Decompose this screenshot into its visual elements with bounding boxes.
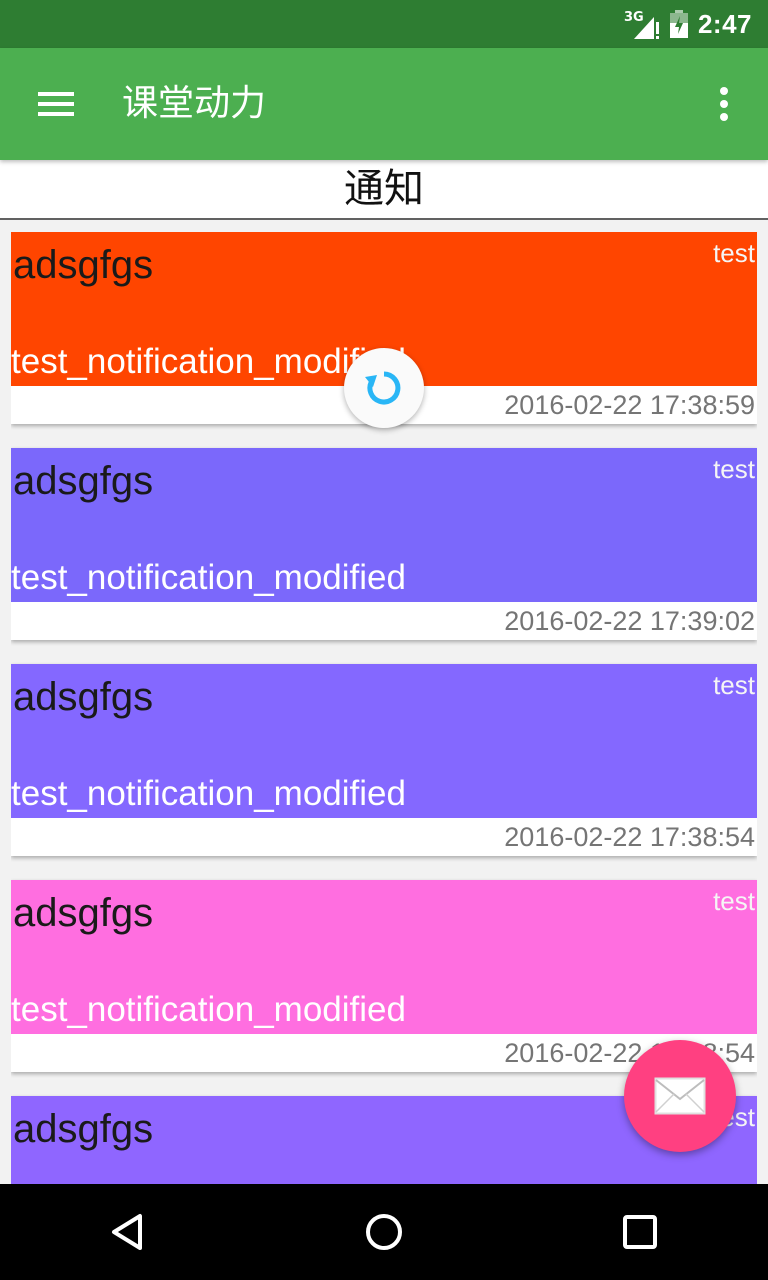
overflow-menu-button[interactable]	[700, 78, 748, 130]
clock: 2:47	[697, 8, 752, 39]
status-bar: 3G 2:47	[0, 0, 768, 48]
notification-author: test	[713, 886, 755, 916]
notification-time: 2016-02-22 17:38:59	[504, 390, 755, 420]
refresh-indicator	[344, 348, 424, 428]
notification-time: 2016-02-22 17:38:54	[504, 822, 755, 852]
notification-card[interactable]: adsgfgs test test_notification_modified …	[11, 664, 757, 856]
compose-fab[interactable]	[624, 1040, 736, 1152]
notification-card[interactable]: adsgfgs test test_notification_modified …	[11, 880, 757, 1072]
mail-icon	[654, 1077, 706, 1115]
back-button[interactable]	[80, 1184, 176, 1280]
recents-icon	[623, 1215, 657, 1249]
notification-title: adsgfgs	[13, 243, 154, 287]
notification-content: test_notification_modified	[11, 990, 406, 1029]
notification-content: test_notification_modified	[11, 558, 406, 597]
notification-title: adsgfgs	[13, 1107, 154, 1151]
section-header: 通知	[0, 160, 768, 220]
home-button[interactable]	[336, 1184, 432, 1280]
notification-author: test	[713, 238, 755, 268]
notification-author: test	[713, 454, 755, 484]
back-icon	[112, 1214, 142, 1250]
signal-icon	[633, 17, 659, 39]
network-indicator: 3G	[624, 8, 660, 40]
notification-title: adsgfgs	[13, 459, 154, 503]
notification-title: adsgfgs	[13, 891, 154, 935]
menu-button[interactable]	[26, 74, 86, 134]
battery-icon	[669, 10, 688, 38]
app-title: 课堂动力	[122, 83, 267, 124]
section-title: 通知	[344, 166, 424, 212]
notification-time: 2016-02-22 17:39:02	[504, 606, 755, 636]
notification-card[interactable]: adsgfgs test test_notification_modified …	[11, 448, 757, 640]
more-vert-icon	[720, 87, 728, 121]
refresh-icon	[365, 371, 401, 405]
navigation-bar	[0, 1184, 768, 1280]
status-icons: 3G 2:47	[624, 0, 752, 48]
app-bar: 课堂动力	[0, 48, 768, 160]
menu-icon	[38, 92, 74, 116]
notification-author: test	[713, 670, 755, 700]
home-icon	[366, 1214, 402, 1250]
notification-content: test_notification_modified	[11, 774, 406, 813]
recents-button[interactable]	[592, 1184, 688, 1280]
notification-title: adsgfgs	[13, 675, 154, 719]
